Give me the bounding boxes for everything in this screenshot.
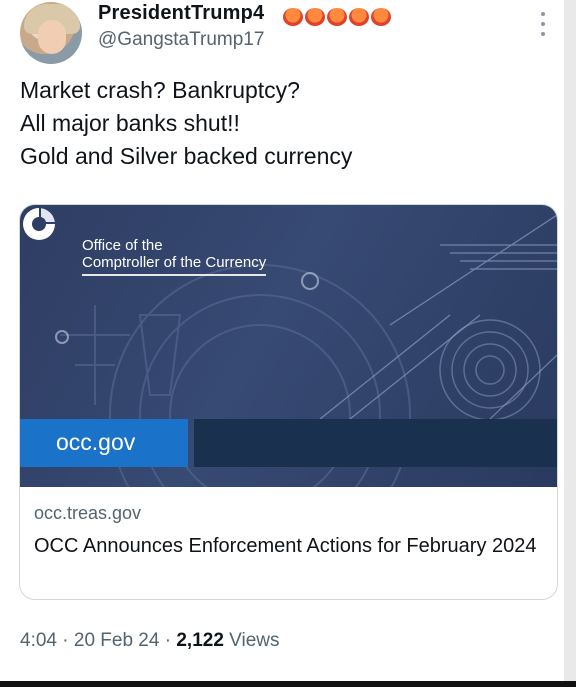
avatar-face — [38, 20, 66, 54]
screen-edge-bottom — [0, 681, 576, 687]
tweet-date[interactable]: 20 Feb 24 — [74, 630, 160, 651]
views-label[interactable]: Views — [229, 630, 279, 651]
user-handle[interactable]: @GangstaTrump17 — [98, 29, 264, 51]
orange-circle-emoji-icon — [349, 8, 369, 26]
screen-edge-right — [564, 0, 576, 687]
views-count[interactable]: 2,122 — [176, 630, 224, 651]
occ-org-name: Office of the Comptroller of the Currenc… — [82, 237, 267, 276]
link-preview-image[interactable]: Office of the Comptroller of the Currenc… — [20, 205, 557, 487]
tweet-text: Market crash? Bankruptcy? All major bank… — [20, 74, 540, 173]
separator: · — [62, 630, 69, 651]
domain-badge-text: occ.gov — [56, 429, 136, 455]
tweet-time[interactable]: 4:04 — [20, 630, 57, 651]
more-vertical-icon[interactable] — [538, 12, 548, 36]
display-name[interactable]: PresidentTrump4 — [98, 2, 264, 25]
link-domain: occ.treas.gov — [34, 503, 142, 523]
tweet-text-line: Gold and Silver backed currency — [20, 143, 353, 169]
orange-circle-emoji-icon — [283, 8, 303, 26]
avatar[interactable] — [20, 2, 82, 64]
dark-banner-bar — [194, 419, 557, 467]
tweet-text-line: All major banks shut!! — [20, 110, 240, 136]
orange-circle-emoji-icon — [371, 8, 391, 26]
occ-logo-icon — [23, 208, 55, 240]
tweet-footer: 4:04 · 20 Feb 24 · 2,122 Views — [20, 630, 280, 652]
link-preview-card[interactable]: Office of the Comptroller of the Currenc… — [19, 204, 558, 600]
occ-org-line-2: Comptroller of the Currency — [82, 254, 267, 276]
orange-circle-emoji-icon — [327, 8, 347, 26]
link-title: OCC Announces Enforcement Actions for Fe… — [34, 535, 537, 557]
orange-circle-emoji-icon — [305, 8, 325, 26]
tweet-text-line: Market crash? Bankruptcy? — [20, 77, 300, 103]
occ-org-line-1: Office of the — [82, 237, 163, 254]
display-name-emojis — [283, 8, 391, 26]
link-preview-meta[interactable]: occ.treas.gov OCC Announces Enforcement … — [34, 503, 544, 561]
separator: · — [164, 630, 172, 651]
